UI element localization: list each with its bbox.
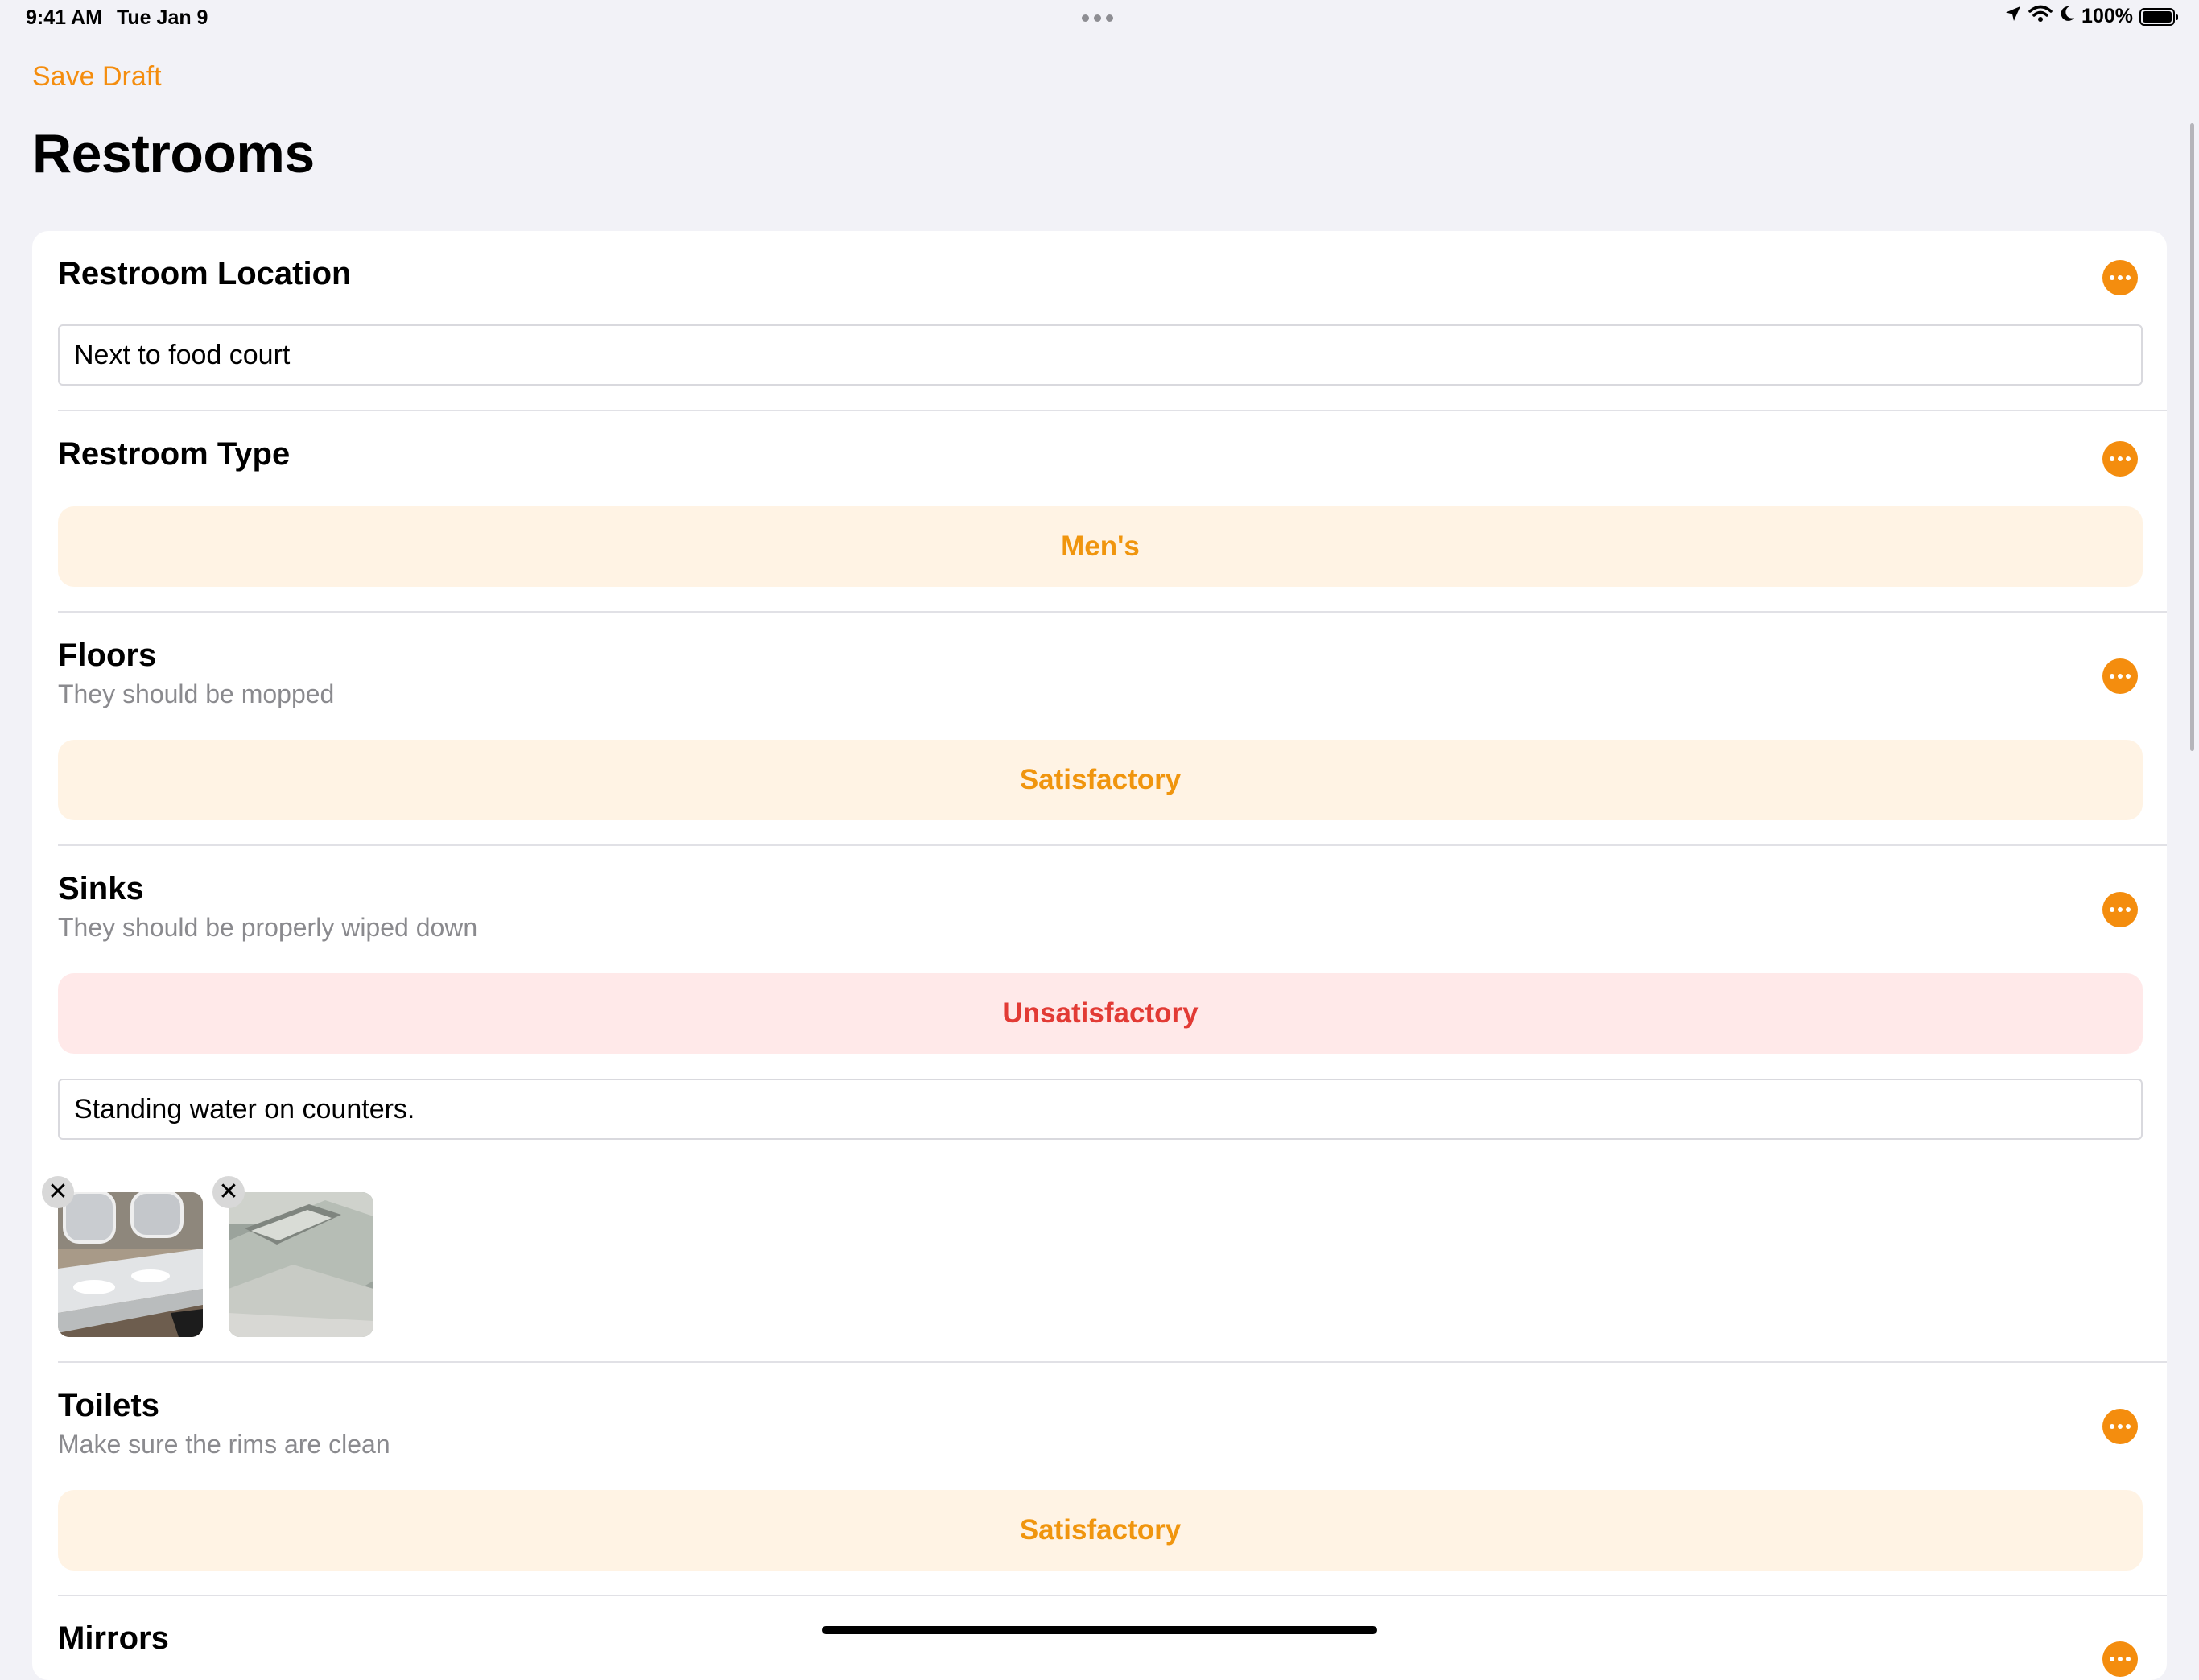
page-title: Restrooms: [32, 123, 315, 184]
type-selector-button[interactable]: Men's: [58, 506, 2143, 587]
status-date: Tue Jan 9: [117, 6, 208, 29]
divider: [58, 1595, 2167, 1596]
toilets-subtitle: Make sure the rims are clean: [58, 1430, 390, 1459]
inspection-form-card: Restroom Location Next to food court Res…: [32, 231, 2167, 1680]
moon-icon: [2059, 5, 2075, 28]
type-title: Restroom Type: [58, 436, 291, 472]
wifi-icon: [2028, 5, 2053, 28]
floors-title: Floors: [58, 638, 157, 673]
sinks-rating-button[interactable]: Unsatisfactory: [58, 973, 2143, 1054]
scroll-indicator[interactable]: [2190, 123, 2194, 751]
remove-photo-2-icon[interactable]: ✕: [212, 1176, 245, 1208]
toilets-rating-button[interactable]: Satisfactory: [58, 1490, 2143, 1571]
sink-photo-1[interactable]: [58, 1192, 203, 1337]
sinks-note-field[interactable]: Standing water on counters.: [58, 1079, 2143, 1140]
battery-percent: 100%: [2081, 5, 2133, 27]
status-bar: 9:41 AM Tue Jan 9 100%: [0, 0, 2199, 39]
home-indicator[interactable]: [822, 1626, 1377, 1634]
mirrors-title: Mirrors: [58, 1620, 169, 1656]
save-draft-button[interactable]: Save Draft: [32, 61, 162, 93]
mirrors-more-icon[interactable]: [2102, 1641, 2138, 1677]
type-more-icon[interactable]: [2102, 441, 2138, 477]
divider: [58, 611, 2167, 613]
sinks-more-icon[interactable]: [2102, 892, 2138, 927]
divider: [58, 410, 2167, 411]
divider: [58, 1361, 2167, 1363]
remove-photo-1-icon[interactable]: ✕: [42, 1176, 74, 1208]
floors-subtitle: They should be mopped: [58, 679, 335, 708]
multitasking-dots-icon[interactable]: [1082, 14, 1113, 22]
floors-more-icon[interactable]: [2102, 658, 2138, 694]
divider: [58, 844, 2167, 846]
location-title: Restroom Location: [58, 256, 352, 291]
location-field[interactable]: Next to food court: [58, 324, 2143, 386]
location-more-icon[interactable]: [2102, 260, 2138, 295]
sink-photo-2[interactable]: [229, 1192, 373, 1337]
location-arrow-icon: [2004, 5, 2022, 28]
floors-rating-button[interactable]: Satisfactory: [58, 740, 2143, 820]
sinks-title: Sinks: [58, 871, 144, 906]
battery-icon: [2139, 7, 2178, 26]
status-icons: 100%: [2004, 5, 2178, 28]
status-time: 9:41 AM: [26, 6, 102, 29]
toilets-more-icon[interactable]: [2102, 1409, 2138, 1444]
sinks-subtitle: They should be properly wiped down: [58, 913, 478, 942]
toilets-title: Toilets: [58, 1388, 159, 1423]
